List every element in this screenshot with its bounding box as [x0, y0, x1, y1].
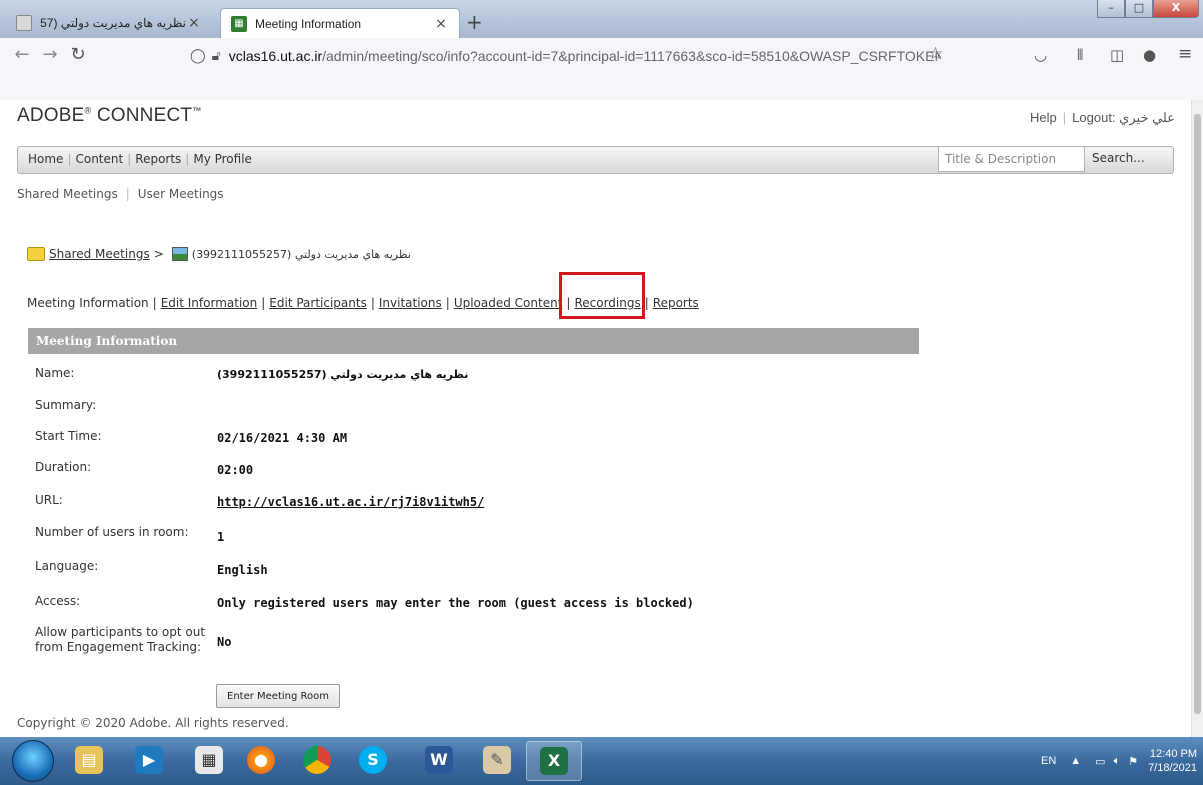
search-input[interactable]	[938, 146, 1085, 172]
adobe-connect-favicon-icon: ▦	[231, 15, 247, 32]
address-bar[interactable]: ◯ 🔓︎ vclas16.ut.ac.ir/admin/meeting/sco/…	[190, 42, 950, 70]
bookmark-star-icon[interactable]: ☆	[928, 44, 943, 64]
minimize-button[interactable]: –	[1097, 0, 1125, 18]
skype-icon[interactable]: S	[346, 741, 400, 779]
media-player-icon[interactable]: ▶	[122, 741, 176, 779]
calculator-icon[interactable]: ▦	[182, 741, 236, 779]
reload-icon[interactable]: ↻	[66, 44, 90, 65]
name-value: نظريه هاي مديريت دولتي (3992111055257)	[217, 368, 469, 381]
logout-link[interactable]: Logout: علي خيري	[1072, 110, 1175, 125]
clock[interactable]: 12:40 PM 7/18/2021	[1148, 747, 1197, 775]
shield-icon[interactable]: ◯	[190, 48, 206, 64]
tab-title: نظريه هاي مديريت دولتي (3992111055257)	[40, 16, 186, 30]
duration-label: Duration:	[35, 460, 92, 474]
language-indicator[interactable]: EN	[1041, 755, 1056, 767]
scrollbar-thumb[interactable]	[1194, 114, 1201, 714]
users-in-room-label: Number of users in room:	[35, 525, 189, 539]
breadcrumb-shared-meetings[interactable]: Shared Meetings	[49, 247, 150, 261]
word-icon[interactable]: W	[412, 741, 466, 779]
window-controls: – □ X	[1097, 0, 1199, 18]
duration-value: 02:00	[217, 463, 254, 477]
breadcrumb-separator: >	[153, 247, 164, 261]
meeting-room-icon	[171, 247, 188, 261]
access-label: Access:	[35, 594, 81, 608]
adobe-connect-logo: ADOBE® CONNECT™	[17, 105, 202, 126]
tab-edit-participants[interactable]: Edit Participants	[269, 296, 367, 310]
tab-meeting-information[interactable]: Meeting Information	[27, 296, 149, 310]
action-center-flag-icon[interactable]: ⚑	[1128, 755, 1138, 768]
nav-my-profile[interactable]: My Profile	[193, 152, 252, 166]
name-label: Name:	[35, 366, 75, 380]
chrome-icon[interactable]	[290, 741, 344, 779]
tab-edit-information[interactable]: Edit Information	[161, 296, 258, 310]
tab-uploaded-content[interactable]: Uploaded Content	[454, 296, 563, 310]
forward-arrow-icon[interactable]: →	[38, 44, 62, 65]
nav-reports[interactable]: Reports	[135, 152, 181, 166]
main-nav-bar: Home|Content|Reports|My Profile Search..…	[17, 146, 1174, 174]
language-value: English	[217, 563, 268, 577]
menu-hamburger-icon[interactable]: ≡	[1178, 44, 1192, 64]
summary-label: Summary:	[35, 398, 97, 412]
enter-meeting-room-button[interactable]: Enter Meeting Room	[216, 684, 340, 708]
engagement-tracking-value: No	[217, 635, 232, 649]
browser-tab-active[interactable]: ▦ Meeting Information ×	[220, 8, 460, 38]
maximize-button[interactable]: □	[1125, 0, 1153, 18]
start-time-value: 02/16/2021 4:30 AM	[217, 431, 348, 445]
nav-home[interactable]: Home	[28, 152, 63, 166]
language-label: Language:	[35, 559, 99, 573]
tab-reports[interactable]: Reports	[653, 296, 699, 310]
paint-icon[interactable]: ✎	[470, 741, 524, 779]
header-links: Help | Logout: علي خيري	[1030, 110, 1175, 125]
start-button[interactable]	[12, 740, 54, 782]
library-icon[interactable]: ⫴	[1077, 46, 1083, 64]
page-content: ADOBE® CONNECT™ Help | Logout: علي خيري Ho…	[0, 100, 1192, 737]
excel-icon[interactable]: X	[526, 741, 582, 781]
access-value: Only registered users may enter the room…	[217, 596, 694, 610]
file-explorer-icon[interactable]: ▤	[62, 741, 116, 779]
tray-arrow-icon[interactable]: ▲	[1070, 755, 1081, 767]
subnav-shared-meetings[interactable]: Shared Meetings	[17, 187, 118, 201]
users-in-room-value: 1	[217, 530, 225, 544]
firefox-icon[interactable]: ●	[234, 741, 288, 779]
folder-icon	[27, 247, 45, 261]
url-text[interactable]: vclas16.ut.ac.ir/admin/meeting/sco/info?…	[229, 48, 941, 64]
meeting-url-link[interactable]: http://vclas16.ut.ac.ir/rj7i8v1itwh5/	[217, 495, 484, 509]
network-icon[interactable]: ▭	[1095, 755, 1105, 768]
back-arrow-icon[interactable]: ←	[10, 44, 34, 65]
start-time-label: Start Time:	[35, 429, 102, 443]
search-button[interactable]: Search...	[1092, 151, 1145, 165]
breadcrumb-current: نظريه هاي مديريت دولتي (3992111055257)	[191, 247, 411, 261]
url-label: URL:	[35, 493, 63, 507]
subnav-user-meetings[interactable]: User Meetings	[138, 187, 224, 201]
copyright: Copyright © 2020 Adobe. All rights reser…	[17, 716, 289, 730]
close-tab-icon[interactable]: ×	[186, 15, 202, 31]
nav-content[interactable]: Content	[75, 152, 123, 166]
browser-nav-bar: ← → ↻ ◯ 🔓︎ vclas16.ut.ac.ir/admin/meetin…	[0, 38, 1203, 101]
lock-warning-icon[interactable]: 🔓︎	[212, 48, 221, 64]
close-window-button[interactable]: X	[1153, 0, 1199, 18]
system-tray: EN ▲ ▭ 🔈︎ ⚑ 12:40 PM 7/18/2021	[1041, 737, 1197, 785]
extension-icon[interactable]: ●	[1143, 46, 1156, 64]
breadcrumb: Shared Meetings > نظريه هاي مديريت دولتي…	[27, 247, 411, 261]
close-tab-icon[interactable]: ×	[433, 16, 449, 32]
page-favicon-icon	[16, 15, 32, 31]
panel-title: Meeting Information	[28, 328, 919, 354]
sidebar-icon[interactable]: ◫	[1110, 46, 1124, 64]
new-tab-button[interactable]: +	[466, 12, 483, 32]
windows-taskbar: ▤ ▶ ▦ ● S W ✎ X EN ▲ ▭ 🔈︎ ⚑ 12:40 PM 7/18…	[0, 737, 1203, 785]
page-scrollbar[interactable]	[1191, 100, 1203, 737]
volume-icon[interactable]: 🔈︎	[1114, 755, 1121, 768]
recordings-highlight-box	[559, 272, 645, 319]
browser-tab-inactive[interactable]: نظريه هاي مديريت دولتي (3992111055257) ×	[6, 8, 212, 38]
tab-invitations[interactable]: Invitations	[379, 296, 442, 310]
browser-tab-bar: نظريه هاي مديريت دولتي (3992111055257) ×…	[0, 0, 1203, 38]
sub-nav: Shared Meetings | User Meetings	[17, 187, 224, 201]
help-link[interactable]: Help	[1030, 110, 1057, 125]
tab-title: Meeting Information	[255, 16, 362, 31]
pocket-icon[interactable]: ◡	[1034, 46, 1047, 64]
engagement-tracking-label: Allow participants to opt out from Engag…	[35, 625, 206, 654]
